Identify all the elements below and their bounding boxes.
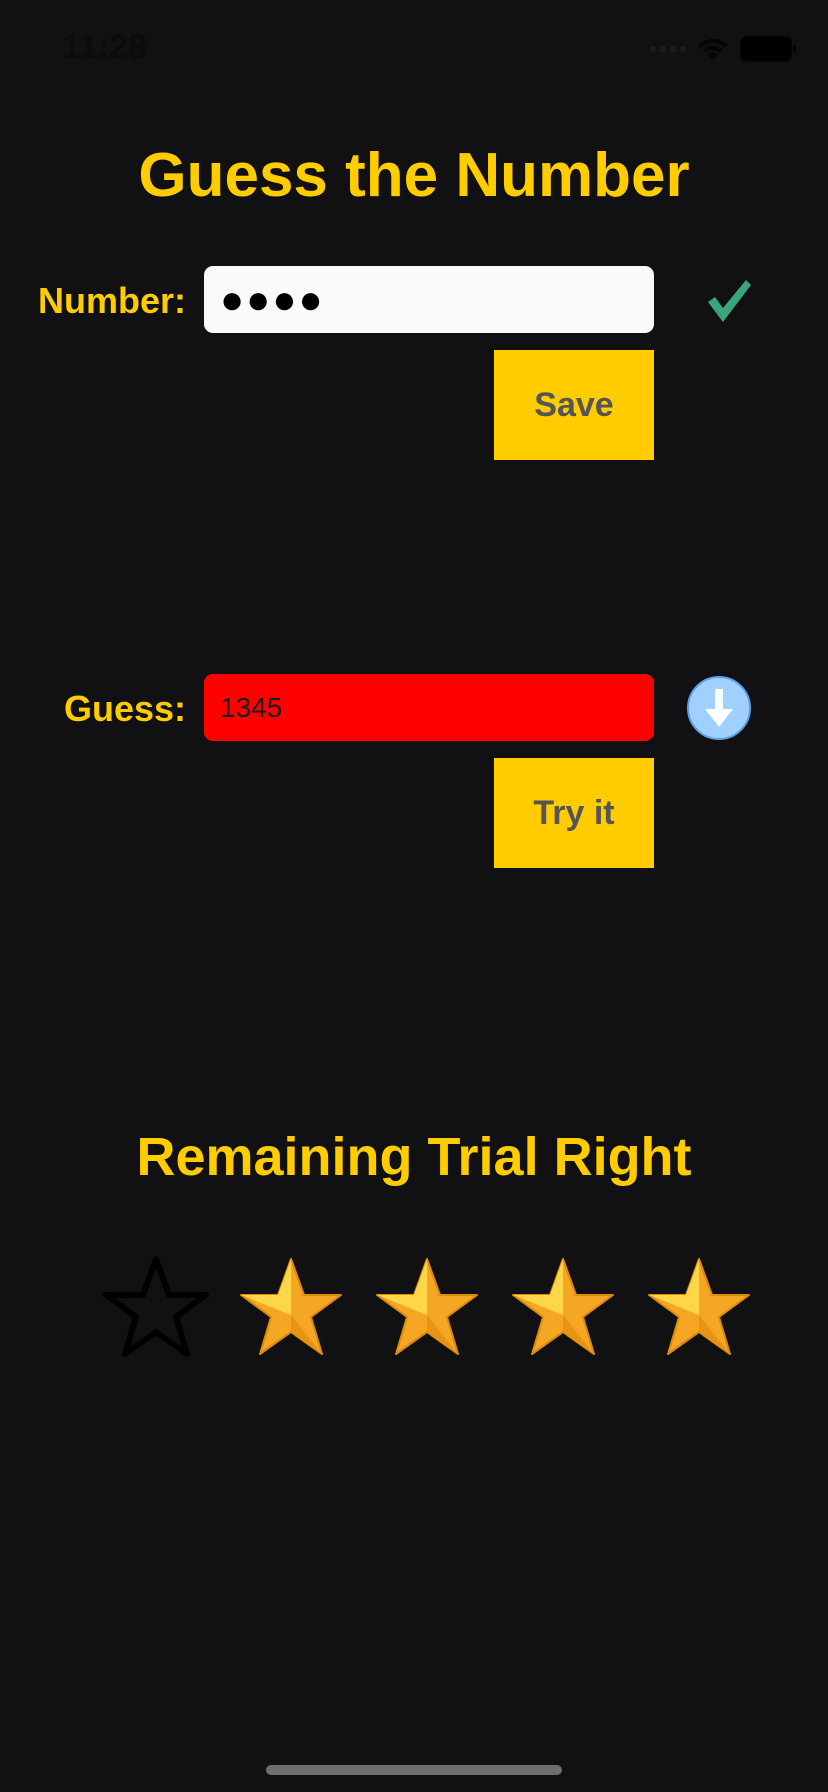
filled-star-icon	[512, 1258, 614, 1355]
arrow-down-circle-icon	[687, 676, 751, 740]
home-indicator[interactable]	[266, 1765, 562, 1775]
status-time: 11:28	[62, 28, 148, 66]
remaining-trials-title: Remaining Trial Right	[136, 1127, 692, 1187]
wifi-icon	[698, 38, 728, 60]
trial-stars	[0, 1255, 828, 1365]
cellular-signal-icon	[650, 46, 686, 52]
guess-label: Guess:	[63, 688, 186, 729]
guess-input-value: 1345	[220, 691, 283, 723]
status-icons	[650, 36, 796, 62]
save-button[interactable]: Save	[494, 350, 654, 460]
status-bar: 11:28	[0, 0, 828, 100]
page-title: Guess the Number	[138, 141, 690, 210]
filled-star-icon	[240, 1258, 342, 1355]
guess-input[interactable]: 1345	[204, 674, 654, 741]
filled-star-icon	[648, 1258, 750, 1355]
empty-star-icon	[103, 1256, 209, 1357]
battery-icon	[740, 36, 796, 62]
number-secure-field[interactable]: ●●●●	[204, 266, 654, 333]
number-label: Number:	[37, 280, 186, 321]
number-masked-value: ●●●●	[220, 277, 325, 322]
filled-star-icon	[376, 1258, 478, 1355]
checkmark-icon	[708, 280, 751, 322]
try-it-button[interactable]: Try it	[494, 758, 654, 868]
